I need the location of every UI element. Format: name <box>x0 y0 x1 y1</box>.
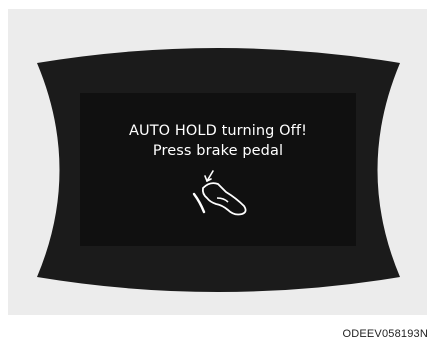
press-arrow-icon <box>204 170 214 183</box>
foot-ankle-line <box>216 197 229 203</box>
warning-message: AUTO HOLD turning Off! Press brake pedal <box>78 121 358 161</box>
foot-on-brake-pedal-icon <box>192 170 247 216</box>
brake-pedal <box>192 192 206 214</box>
message-line-2: Press brake pedal <box>152 143 284 159</box>
figure: AUTO HOLD turning Off! Press brake pedal… <box>0 0 436 345</box>
message-line-1: AUTO HOLD turning Off! <box>128 123 308 139</box>
figure-code: ODEEV058193N <box>342 328 428 340</box>
